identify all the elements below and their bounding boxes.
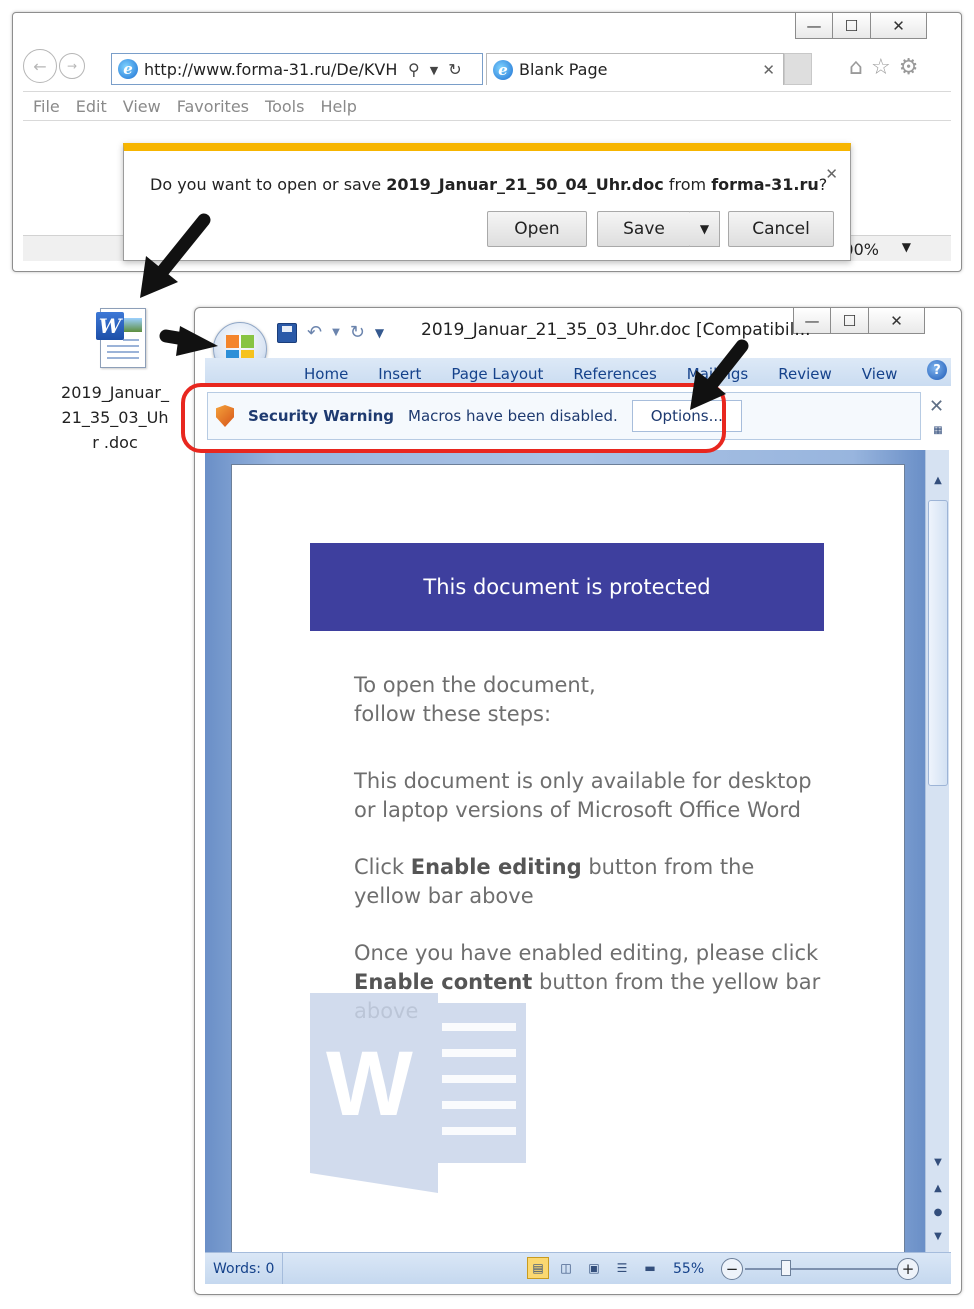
search-icon[interactable]: ⚲ [408, 60, 420, 79]
nav-buttons: ← → [23, 49, 85, 83]
save-icon[interactable] [277, 322, 297, 343]
dropdown-arrow-icon[interactable]: ▼ [430, 64, 438, 79]
document-page[interactable]: This document is protected To open the d… [231, 464, 905, 1264]
desktop-file-icon[interactable]: W 2019_Januar_ 21_35_03_Uhr .doc [60, 308, 186, 455]
download-close-icon[interactable]: ✕ [825, 165, 838, 183]
zoom-out-icon[interactable]: − [721, 1258, 743, 1280]
ruler-toggle-icon[interactable]: ▦ [928, 420, 948, 440]
watermark-letter: W [326, 1033, 413, 1135]
download-notification: Do you want to open or save 2019_Januar_… [123, 143, 851, 261]
tab-ie-logo-icon: e [493, 59, 513, 80]
maximize-button[interactable]: ☐ [833, 13, 871, 39]
redo-icon[interactable]: ↻ [350, 322, 365, 343]
open-button[interactable]: Open [487, 211, 587, 247]
undo-dropdown-icon[interactable]: ▼ [332, 327, 340, 338]
word-window-controls: — ☐ ✕ [793, 308, 925, 334]
next-page-icon[interactable]: ▼ [928, 1226, 948, 1246]
scroll-thumb[interactable] [928, 500, 948, 786]
zoom-slider-thumb[interactable] [781, 1260, 791, 1276]
security-bar-close-icon[interactable]: ✕ [929, 396, 944, 417]
desktop-file-label[interactable]: 2019_Januar_ 21_35_03_Uhr .doc [60, 380, 170, 455]
new-tab-button[interactable] [784, 53, 812, 85]
word-status-bar: Words: 0 ▤ ◫ ▣ ☰ ▬ 55% − + [205, 1252, 951, 1284]
scroll-up-icon[interactable]: ▲ [928, 470, 948, 490]
quick-access-toolbar: ↶ ▼ ↻ ▼ [277, 322, 384, 343]
word-title: 2019_Januar_21_35_03_Uhr.doc [Compatibil… [421, 320, 811, 340]
zoom-percentage[interactable]: 55% [673, 1261, 704, 1277]
protected-banner: This document is protected [310, 543, 824, 631]
word-window: — ☐ ✕ ↶ ▼ ↻ ▼ 2019_Januar_21_35_03_Uhr.d… [194, 307, 962, 1295]
word-document-icon[interactable]: W [96, 308, 148, 370]
web-layout-icon[interactable]: ▣ [583, 1257, 605, 1279]
full-screen-reading-icon[interactable]: ◫ [555, 1257, 577, 1279]
draft-icon[interactable]: ▬ [639, 1257, 661, 1279]
outline-icon[interactable]: ☰ [611, 1257, 633, 1279]
previous-page-icon[interactable]: ▲ [928, 1178, 948, 1198]
word-logo-watermark-icon: W [310, 993, 526, 1193]
instructions-heading: To open the document, follow these steps… [354, 673, 596, 726]
menu-favorites[interactable]: Favorites [177, 97, 249, 116]
zoom-slider[interactable] [745, 1268, 905, 1270]
paragraph-desktop-only: This document is only available for desk… [354, 769, 812, 822]
zoom-dropdown-icon[interactable]: ▼ [902, 240, 911, 254]
print-layout-icon[interactable]: ▤ [527, 1257, 549, 1279]
tab-title: Blank Page [519, 60, 608, 79]
close-button[interactable]: ✕ [871, 13, 927, 39]
menu-bar: File Edit View Favorites Tools Help [23, 91, 951, 121]
minimize-button[interactable]: — [795, 13, 833, 39]
address-bar[interactable]: e http://www.forma-31.ru/De/KVH ⚲ ▼ ↻ [111, 53, 483, 85]
customize-toolbar-icon[interactable]: ▼ [375, 326, 384, 340]
vertical-scrollbar[interactable]: ▦ ▲ ▼ ▲ ● ▼ [925, 425, 949, 1252]
gear-icon[interactable]: ⚙ [899, 55, 919, 80]
paragraph-enable-editing: Click Enable editing button from the yel… [354, 855, 755, 908]
cancel-button[interactable]: Cancel [728, 211, 834, 247]
back-arrow-icon[interactable]: ← [23, 49, 57, 83]
menu-view[interactable]: View [123, 97, 161, 116]
word-close-button[interactable]: ✕ [869, 308, 925, 334]
scroll-down-icon[interactable]: ▼ [928, 1152, 948, 1172]
word-count[interactable]: Words: 0 [205, 1253, 283, 1284]
menu-tools[interactable]: Tools [265, 97, 304, 116]
undo-icon[interactable]: ↶ [307, 322, 322, 343]
zoom-in-icon[interactable]: + [897, 1258, 919, 1280]
save-dropdown-icon[interactable]: ▼ [690, 211, 720, 247]
menu-help[interactable]: Help [320, 97, 356, 116]
word-maximize-button[interactable]: ☐ [831, 308, 869, 334]
home-icon[interactable]: ⌂ [849, 55, 863, 80]
favorites-star-icon[interactable]: ☆ [871, 55, 891, 80]
download-message: Do you want to open or save 2019_Januar_… [150, 175, 828, 194]
refresh-icon[interactable]: ↻ [448, 60, 461, 79]
red-highlight-outline [181, 383, 726, 453]
ie-window-controls: — ☐ ✕ [795, 13, 927, 39]
save-button[interactable]: Save [597, 211, 691, 247]
ribbon-tabs: Home Insert Page Layout References Maili… [205, 358, 951, 386]
tab-view[interactable]: View [847, 365, 913, 386]
download-domain: forma-31.ru [711, 175, 819, 194]
browser-tab[interactable]: e Blank Page ✕ [486, 53, 784, 85]
ie-logo-icon: e [118, 59, 138, 79]
menu-file[interactable]: File [33, 97, 60, 116]
download-filename: 2019_Januar_21_50_04_Uhr.doc [386, 175, 664, 194]
help-icon[interactable]: ? [927, 360, 947, 380]
tab-review[interactable]: Review [763, 365, 847, 386]
address-text[interactable]: http://www.forma-31.ru/De/KVH [144, 60, 402, 79]
forward-arrow-icon[interactable]: → [59, 53, 85, 79]
tab-close-icon[interactable]: ✕ [762, 61, 775, 79]
document-area: This document is protected To open the d… [205, 450, 925, 1264]
browse-object-icon[interactable]: ● [928, 1202, 948, 1222]
menu-edit[interactable]: Edit [76, 97, 107, 116]
